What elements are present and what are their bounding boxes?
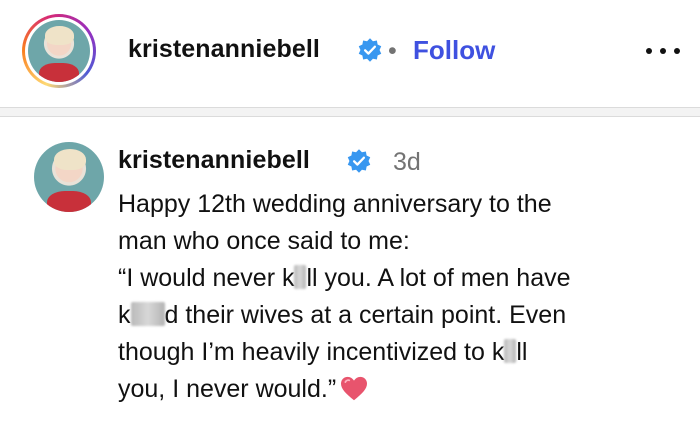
verified-badge-icon — [358, 38, 382, 62]
caption-line: you, I never would.” — [118, 371, 688, 408]
caption-line: kd their wives at a certain point. Even — [118, 301, 567, 329]
censored-letters — [130, 302, 165, 326]
verified-badge-icon — [347, 149, 371, 173]
caption-line: though I’m heavily incentivized to k ll — [118, 338, 528, 366]
pink-heart-icon — [341, 376, 368, 401]
avatar[interactable] — [34, 142, 104, 212]
censored-letter — [504, 339, 517, 363]
profile-avatar-story-ring[interactable] — [22, 14, 96, 88]
censored-letter — [294, 265, 307, 289]
caption-username[interactable]: kristenanniebell — [118, 146, 310, 175]
post-header: kristenanniebell • Follow — [0, 0, 700, 108]
caption-line: man who once said to me: — [118, 227, 410, 255]
caption-line: Happy 12th wedding anniversary to the — [118, 190, 552, 218]
avatar — [28, 20, 90, 82]
more-options-icon[interactable] — [646, 36, 680, 66]
section-divider — [0, 108, 700, 116]
separator-dot: • — [388, 37, 397, 65]
header-username[interactable]: kristenanniebell — [128, 35, 320, 64]
caption-line: “I would never k ll you. A lot of men hav… — [118, 264, 571, 292]
post-timestamp[interactable]: 3d — [393, 148, 421, 177]
caption-text: Happy 12th wedding anniversary to the ma… — [118, 186, 688, 408]
follow-button[interactable]: Follow — [413, 35, 495, 66]
